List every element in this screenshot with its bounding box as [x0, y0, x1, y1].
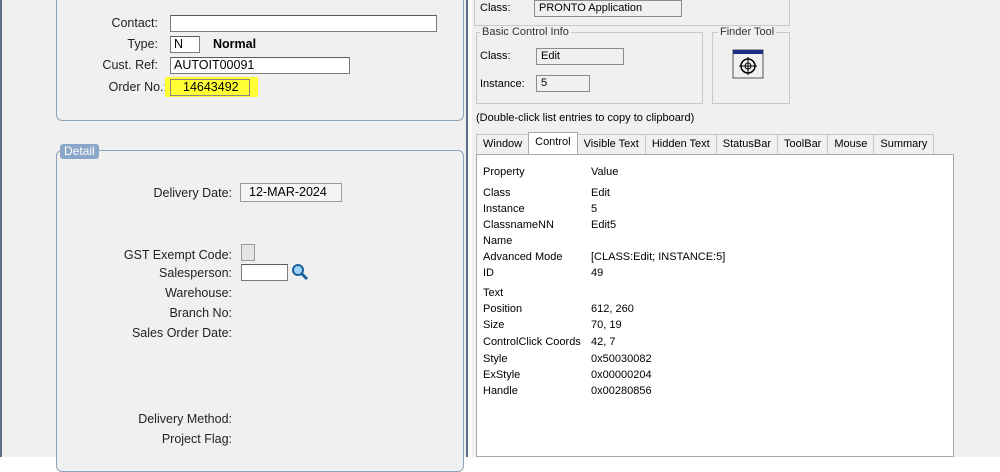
finder-tool-title: Finder Tool [718, 26, 777, 38]
window-class-label: Class: [480, 2, 511, 14]
row-value: 70, 19 [591, 319, 622, 331]
basic-control-group [476, 32, 703, 104]
row-property: ExStyle [483, 369, 521, 381]
row-property: Size [483, 319, 505, 331]
magnifier-icon[interactable] [291, 263, 309, 281]
basic-control-title: Basic Control Info [480, 26, 571, 38]
control-class-field[interactable]: Edit [536, 48, 624, 65]
type-code-field[interactable]: N [170, 36, 200, 53]
row-value: 0x50030082 [591, 353, 652, 365]
tab-window[interactable]: Window [476, 134, 530, 154]
order-no-field[interactable]: 14643492 [170, 79, 250, 96]
window-info-tool: Class: PRONTO Application Basic Control … [472, 0, 1000, 457]
row-property: Class [483, 187, 511, 199]
gst-exempt-label: GST Exempt Code: [123, 248, 232, 262]
type-description: Normal [213, 37, 257, 51]
row-value: 42, 7 [591, 336, 616, 348]
crosshair-icon[interactable] [732, 49, 764, 79]
tab-summary[interactable]: Summary [873, 134, 935, 154]
row-value: 49 [591, 267, 604, 279]
row-property: ControlClick Coords [483, 336, 581, 348]
row-value: 612, 260 [591, 303, 634, 315]
row-value: 5 [591, 203, 598, 215]
row-property: Position [483, 303, 523, 315]
contact-label: Contact: [111, 16, 158, 30]
delivery-date-value[interactable]: 12-MAR-2024 [240, 183, 342, 202]
salesperson-label: Salesperson: [159, 266, 232, 280]
column-value[interactable]: Value [591, 165, 618, 180]
row-property: Handle [483, 385, 518, 397]
tab-visible-text[interactable]: Visible Text [576, 134, 646, 154]
tab-toolbar[interactable]: ToolBar [777, 134, 829, 154]
contact-field[interactable] [170, 15, 437, 32]
left-edge [0, 0, 2, 457]
right-edge [466, 0, 468, 457]
row-value: 0x00000204 [591, 369, 652, 381]
row-value: Edit [591, 187, 610, 199]
row-value: [CLASS:Edit; INSTANCE:5] [591, 251, 726, 263]
window-class-field[interactable]: PRONTO Application [534, 0, 682, 17]
cust-ref-field[interactable]: AUTOIT00091 [170, 57, 350, 74]
tab-hidden-text[interactable]: Hidden Text [644, 134, 717, 154]
row-property: Name [483, 235, 513, 247]
control-class-label: Class: [480, 50, 511, 62]
instance-label: Instance: [480, 78, 525, 90]
instance-field[interactable]: 5 [536, 75, 590, 92]
row-value: Edit5 [591, 219, 617, 231]
row-property: ID [483, 267, 494, 279]
delivery-method-label: Delivery Method: [138, 412, 232, 426]
delivery-date-label: Delivery Date: [153, 186, 233, 200]
order-no-label: Order No.: [108, 80, 167, 94]
row-property: ClassnameNN [483, 219, 554, 231]
gst-exempt-field[interactable] [241, 244, 255, 261]
cust-ref-label: Cust. Ref: [102, 58, 158, 72]
tab-statusbar[interactable]: StatusBar [715, 134, 779, 154]
detail-legend: Detail [60, 144, 99, 159]
tab-control[interactable]: Control [528, 132, 578, 154]
row-property: Text [483, 287, 504, 299]
branch-no-label: Branch No: [169, 306, 232, 320]
row-property: Advanced Mode [483, 251, 563, 263]
row-value: 0x00280856 [591, 385, 652, 397]
sales-order-date-label: Sales Order Date: [131, 326, 232, 340]
salesperson-field[interactable] [241, 264, 288, 281]
project-flag-label: Project Flag: [161, 432, 232, 446]
tab-mouse[interactable]: Mouse [827, 134, 875, 154]
copy-hint: (Double-click list entries to copy to cl… [476, 112, 695, 124]
property-list[interactable]: Property Value Class Edit Instance 5 Class… [476, 154, 954, 457]
type-label: Type: [127, 37, 158, 51]
tab-strip: Window Control Visible Text Hidden Text … [476, 132, 935, 154]
application-panel: Contact: Type: N Normal Cust. Ref: AUTOI… [0, 0, 468, 472]
row-property: Instance [483, 203, 525, 215]
column-property[interactable]: Property [483, 165, 525, 180]
row-property: Style [483, 353, 508, 365]
warehouse-label: Warehouse: [165, 286, 232, 300]
